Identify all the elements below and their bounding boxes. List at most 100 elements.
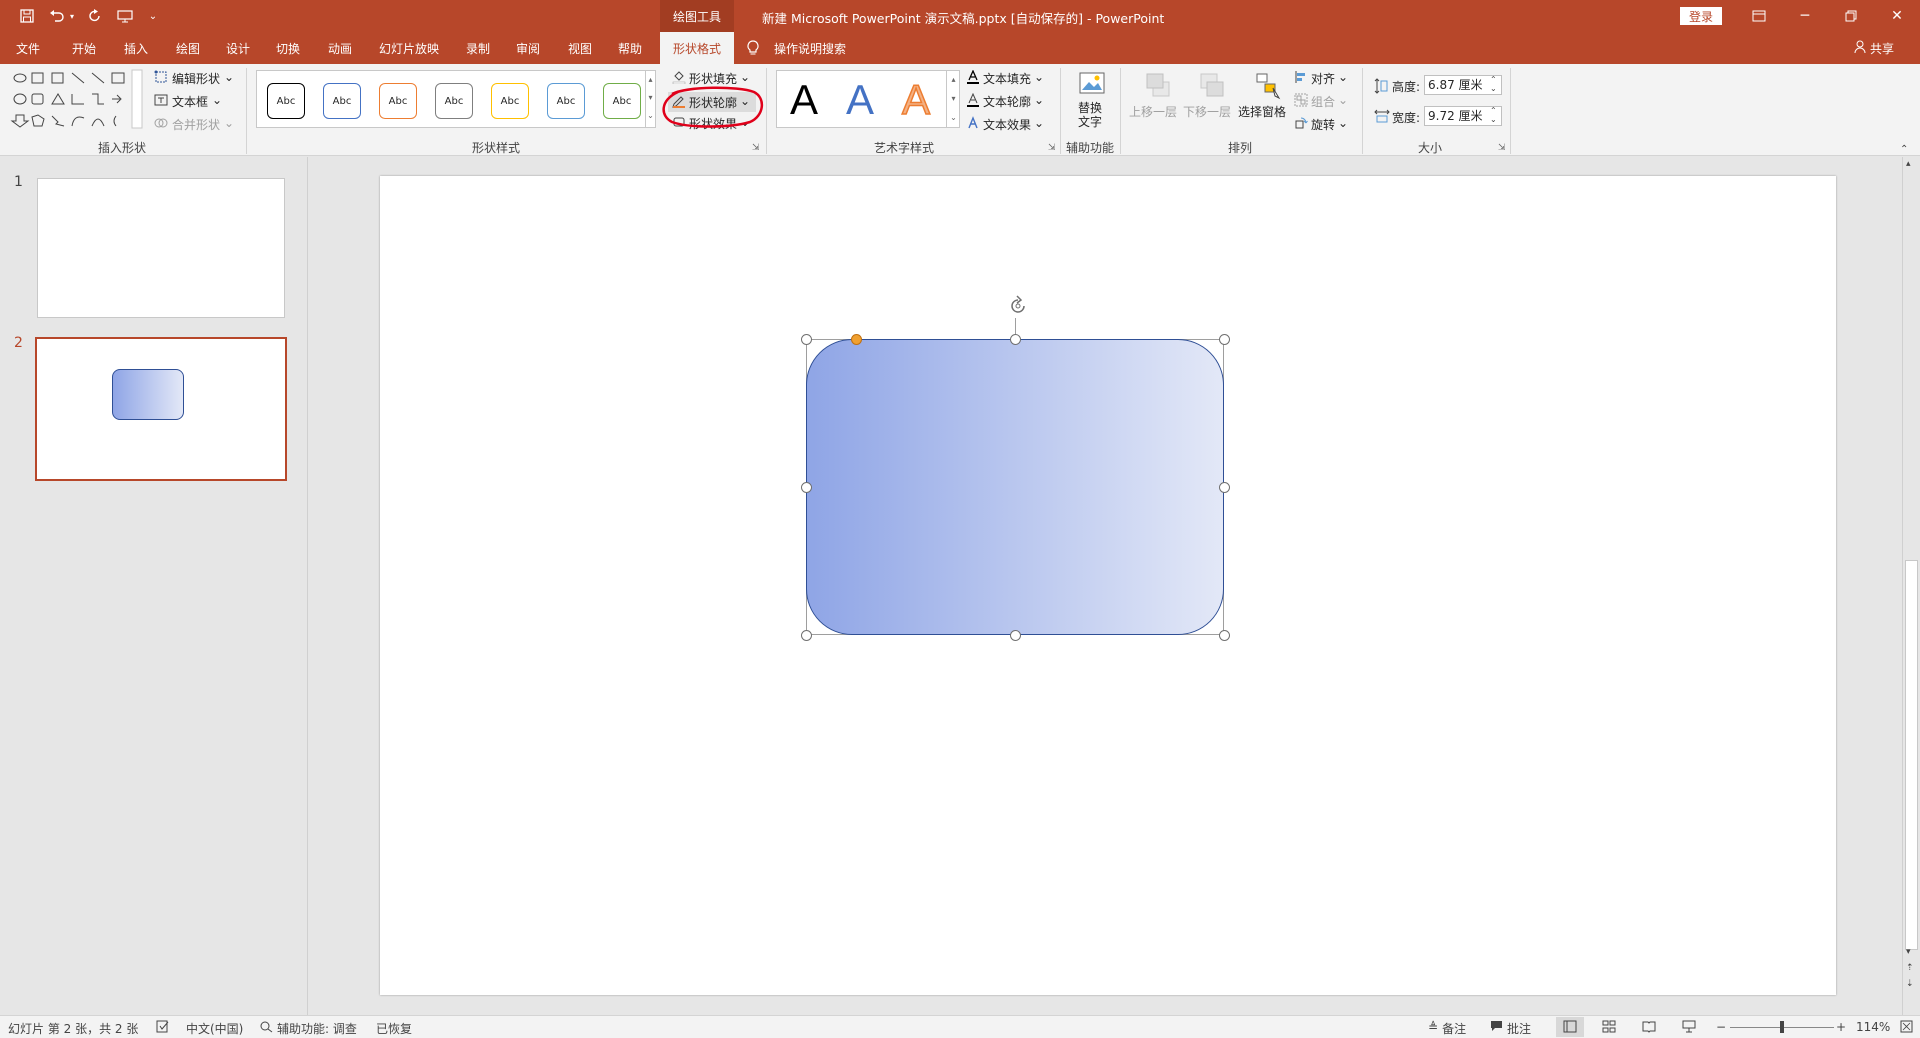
tab-review[interactable]: 审阅 — [506, 32, 550, 64]
zoom-out-icon[interactable]: − — [1716, 1020, 1726, 1034]
scroll-thumb[interactable] — [1905, 560, 1918, 950]
scroll-down-icon[interactable]: ▾ — [1906, 947, 1911, 957]
tab-insert[interactable]: 插入 — [114, 32, 158, 64]
gallery-scroll[interactable]: ▴ ▾ ⌄ — [645, 71, 655, 127]
tell-me-search[interactable]: 操作说明搜索 — [774, 40, 846, 57]
resize-handle-top-left[interactable] — [801, 334, 812, 345]
shape-style-option[interactable]: Abc — [267, 83, 305, 119]
height-label: 高度: — [1392, 80, 1421, 94]
text-effects-button[interactable]: 文本效果 ⌄ — [966, 116, 1044, 133]
selection-pane-button[interactable]: 选择窗格 — [1236, 70, 1288, 134]
share-button[interactable]: 共享 — [1854, 40, 1894, 57]
minimize-icon[interactable]: ─ — [1782, 0, 1828, 32]
merge-shapes-button[interactable]: 合并形状 ⌄ — [154, 116, 234, 133]
normal-view-button[interactable] — [1556, 1017, 1584, 1037]
rotate-button[interactable]: 旋转 ⌄ — [1294, 116, 1348, 133]
insert-shapes-gallery[interactable] — [8, 68, 146, 130]
tab-animations[interactable]: 动画 — [318, 32, 362, 64]
slide-thumbnail-2[interactable] — [35, 337, 287, 481]
tab-design[interactable]: 设计 — [216, 32, 260, 64]
resize-handle-bottom[interactable] — [1010, 630, 1021, 641]
customize-qat-icon[interactable]: ⌄ — [146, 5, 160, 27]
rotate-label: 旋转 — [1311, 118, 1336, 132]
rounded-rectangle-shape[interactable] — [806, 339, 1224, 635]
resize-handle-top-right[interactable] — [1219, 334, 1230, 345]
text-effects-label: 文本效果 — [983, 118, 1032, 132]
tab-draw[interactable]: 绘图 — [166, 32, 210, 64]
alt-text-button[interactable]: 替换 文字 — [1072, 70, 1108, 134]
wordart-style-blue[interactable]: A — [846, 74, 874, 126]
dialog-launcher-icon[interactable]: ⇲ — [1048, 143, 1056, 153]
restore-icon[interactable] — [1828, 0, 1874, 32]
shape-style-option[interactable]: Abc — [435, 83, 473, 119]
tab-help[interactable]: 帮助 — [608, 32, 652, 64]
redo-icon[interactable] — [84, 5, 106, 27]
corner-radius-adjust-handle[interactable] — [851, 334, 862, 345]
tab-shape-format[interactable]: 形状格式 — [660, 32, 734, 64]
group-button[interactable]: 组合 ⌄ — [1294, 93, 1348, 110]
tab-slideshow[interactable]: 幻灯片放映 — [372, 32, 446, 64]
undo-icon[interactable] — [46, 5, 68, 27]
notes-icon: ≜ — [1428, 1020, 1439, 1034]
wordart-style-black[interactable]: A — [790, 74, 818, 126]
zoom-slider-thumb[interactable] — [1780, 1021, 1784, 1033]
accessibility-group-label: 辅助功能 — [1066, 141, 1115, 155]
shape-style-option[interactable]: Abc — [491, 83, 529, 119]
close-icon[interactable]: ✕ — [1874, 0, 1920, 32]
login-button[interactable]: 登录 — [1680, 7, 1722, 25]
dialog-launcher-icon[interactable]: ⇲ — [752, 143, 760, 153]
vertical-scrollbar[interactable]: ▴ ▾ ⇡ ⇣ — [1902, 157, 1920, 1015]
tab-file[interactable]: 文件 — [6, 32, 50, 64]
shape-style-option[interactable]: Abc — [547, 83, 585, 119]
comments-button[interactable]: 批注 — [1490, 1020, 1531, 1037]
undo-dropdown-icon[interactable]: ▾ — [66, 5, 78, 27]
save-icon[interactable] — [16, 5, 38, 27]
bring-forward-button[interactable]: 上移一层 — [1128, 70, 1178, 134]
text-outline-button[interactable]: 文本轮廓 ⌄ — [966, 92, 1044, 110]
language-status[interactable]: 中文(中国) — [186, 1020, 243, 1037]
text-box-button[interactable]: 文本框 ⌄ — [154, 93, 222, 110]
shape-style-option[interactable]: Abc — [379, 83, 417, 119]
reading-view-icon[interactable] — [1642, 1020, 1656, 1036]
rotate-handle-icon[interactable] — [1006, 294, 1030, 321]
shape-style-option[interactable]: Abc — [323, 83, 361, 119]
width-spinner-icon[interactable]: ⌃ ⌄ — [1490, 106, 1497, 124]
wordart-gallery-scroll[interactable]: ▴ ▾ ⌄ — [946, 70, 960, 128]
send-backward-button[interactable]: 下移一层 — [1182, 70, 1232, 134]
text-outline-label: 文本轮廓 — [983, 95, 1032, 109]
dialog-launcher-icon[interactable]: ⇲ — [1498, 143, 1506, 153]
edit-shape-button[interactable]: 编辑形状 ⌄ — [154, 70, 234, 87]
collapse-ribbon-icon[interactable]: ⌃ — [1900, 144, 1908, 155]
slide-thumbnail-1[interactable] — [37, 178, 285, 318]
scroll-up-icon[interactable]: ▴ — [1906, 159, 1911, 169]
ribbon-display-options-icon[interactable] — [1736, 0, 1782, 32]
text-fill-button[interactable]: 文本填充 ⌄ — [966, 69, 1044, 87]
slide-sorter-icon[interactable] — [1602, 1020, 1616, 1036]
zoom-level[interactable]: 114% — [1856, 1020, 1890, 1034]
zoom-in-icon[interactable]: + — [1836, 1020, 1846, 1034]
resize-handle-right[interactable] — [1219, 482, 1230, 493]
slideshow-view-icon[interactable] — [1682, 1020, 1696, 1036]
slide-number: 1 — [14, 174, 23, 190]
tab-home[interactable]: 开始 — [62, 32, 106, 64]
notes-button[interactable]: ≜ 备注 — [1428, 1020, 1466, 1037]
tab-record[interactable]: 录制 — [456, 32, 500, 64]
resize-handle-bottom-right[interactable] — [1219, 630, 1230, 641]
lightbulb-icon — [746, 40, 760, 60]
previous-slide-icon[interactable]: ⇡ — [1906, 963, 1914, 973]
align-button[interactable]: 对齐 ⌄ — [1294, 70, 1348, 87]
wordart-style-orange-outline[interactable]: A — [901, 74, 931, 126]
spell-check-icon[interactable] — [156, 1020, 170, 1036]
tab-view[interactable]: 视图 — [558, 32, 602, 64]
height-spinner-icon[interactable]: ⌃ ⌄ — [1490, 75, 1497, 93]
shape-styles-group-label: 形状样式 — [472, 141, 521, 155]
shape-style-option[interactable]: Abc — [603, 83, 641, 119]
tab-transitions[interactable]: 切换 — [266, 32, 310, 64]
fit-slide-icon[interactable] — [1900, 1020, 1913, 1036]
resize-handle-bottom-left[interactable] — [801, 630, 812, 641]
next-slide-icon[interactable]: ⇣ — [1906, 979, 1914, 989]
accessibility-status[interactable]: 辅助功能: 调查 — [260, 1020, 357, 1037]
present-from-beginning-icon[interactable] — [114, 5, 136, 27]
resize-handle-top[interactable] — [1010, 334, 1021, 345]
resize-handle-left[interactable] — [801, 482, 812, 493]
